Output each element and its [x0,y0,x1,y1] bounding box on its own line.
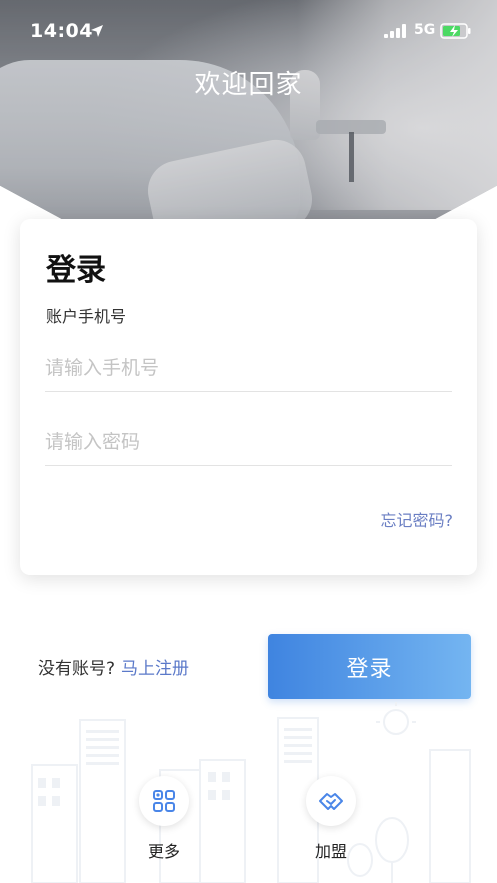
location-arrow-icon [91,25,103,37]
password-input[interactable] [45,418,452,466]
status-time: 14:04 [30,20,93,42]
forgot-password-link[interactable]: 忘记密码? [381,507,454,531]
more-label: 更多 [147,842,180,861]
network-type-label: 5G [414,22,436,38]
more-action[interactable]: 更多 [129,776,199,862]
login-card: 登录 账户手机号 忘记密码? [20,219,477,575]
join-action[interactable]: 加盟 [296,776,366,862]
more-icon-circle [139,776,189,826]
status-bar: 14:04 5G [0,0,497,64]
join-label: 加盟 [314,842,347,861]
join-icon-circle [306,776,356,826]
signal-icon [384,24,406,38]
account-phone-label: 账户手机号 [46,307,127,326]
grid-apps-icon [153,790,175,812]
no-account-text: 没有账号? [38,659,116,679]
welcome-title: 欢迎回家 [194,70,303,100]
register-row: 没有账号? 马上注册 [38,654,189,679]
register-link[interactable]: 马上注册 [121,659,189,679]
login-button[interactable]: 登录 [268,634,471,699]
background-buildings-illustration [31,702,471,883]
handshake-icon [319,793,343,810]
battery-charging-icon [440,23,471,39]
phone-input[interactable] [45,344,452,392]
login-card-title: 登录 [46,253,106,288]
